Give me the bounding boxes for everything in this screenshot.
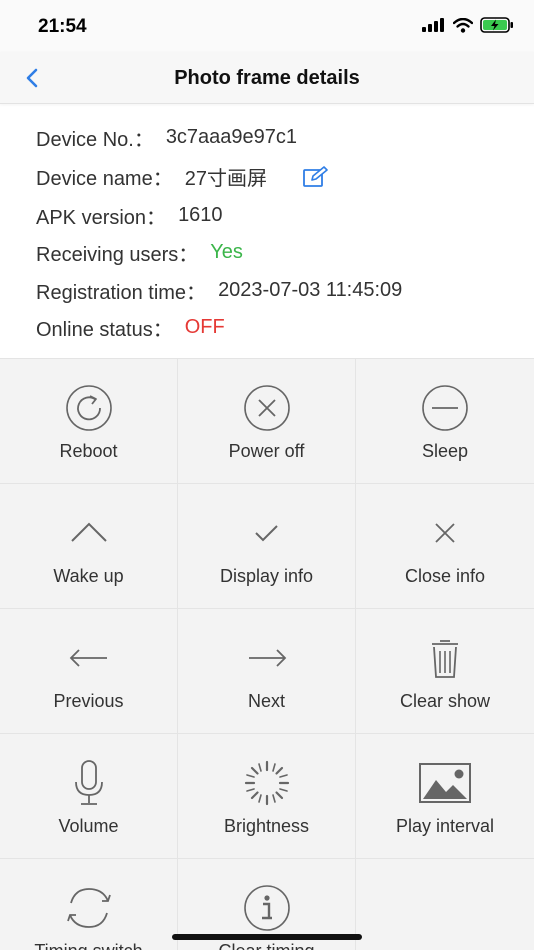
signal-icon: [422, 18, 444, 32]
device-no-value: 3c7aaa9e97c1: [165, 126, 298, 148]
microphone-icon: [74, 760, 103, 805]
timing-switch-label: Timing switch: [0, 941, 177, 950]
display-info-label: Display info: [219, 566, 314, 586]
power-off-label: Power off: [228, 441, 305, 461]
wifi-icon: [453, 17, 473, 33]
next-label: Next: [247, 691, 285, 711]
trash-icon: [432, 640, 458, 678]
previous-button[interactable]: Previous: [0, 609, 178, 734]
home-indicator: [172, 934, 362, 940]
device-no-label: Device No.：: [36, 129, 154, 151]
clear-timing-label: Clear timing: [178, 941, 355, 950]
wake-up-button[interactable]: Wake up: [0, 484, 178, 609]
arrow-right-icon: [248, 649, 286, 667]
apk-version-row: APK version： 1610: [36, 201, 223, 230]
image-icon: [419, 763, 471, 803]
timing-switch-button[interactable]: Timing switch: [0, 859, 178, 950]
arrow-left-icon: [69, 649, 107, 667]
power-off-button[interactable]: Power off: [178, 359, 356, 484]
brightness-label: Brightness: [223, 816, 310, 836]
close-info-label: Close info: [404, 566, 486, 586]
wake-up-label: Wake up: [53, 566, 124, 586]
display-info-button[interactable]: Display info: [178, 484, 356, 609]
refresh-icon: [66, 888, 111, 928]
play-interval-button[interactable]: Play interval: [356, 734, 534, 859]
receiving-users-label: Receiving users：: [36, 244, 199, 266]
close-icon: [435, 523, 455, 543]
sleep-icon: [422, 385, 468, 431]
battery-charging-icon: [480, 17, 513, 33]
sleep-button[interactable]: Sleep: [356, 359, 534, 484]
registration-time-label: Registration time：: [36, 282, 207, 304]
device-no-row: Device No.： 3c7aaa9e97c1: [36, 123, 297, 152]
apk-version-label: APK version：: [36, 207, 167, 229]
brightness-button[interactable]: Brightness: [178, 734, 356, 859]
online-status-value: OFF: [184, 316, 225, 338]
device-name-value: 27寸画屏: [184, 168, 267, 190]
check-icon: [254, 525, 278, 542]
receiving-users-value: Yes: [210, 241, 243, 263]
apk-version-value: 1610: [178, 204, 223, 226]
next-button[interactable]: Next: [178, 609, 356, 734]
wake-up-icon: [70, 522, 107, 542]
online-status-label: Online status：: [36, 319, 173, 341]
empty-cell: [356, 859, 534, 950]
close-info-button[interactable]: Close info: [356, 484, 534, 609]
clear-show-button[interactable]: Clear show: [356, 609, 534, 734]
clear-show-label: Clear show: [399, 691, 491, 711]
previous-label: Previous: [53, 691, 124, 711]
volume-label: Volume: [58, 816, 119, 836]
receiving-users-row: Receiving users： Yes: [36, 238, 243, 267]
navigation-bar: Photo frame details: [0, 52, 534, 104]
status-icons: [422, 17, 514, 33]
reboot-icon: [65, 385, 112, 431]
reboot-button[interactable]: Reboot: [0, 359, 178, 484]
online-status-row: Online status： OFF: [36, 313, 225, 342]
power-off-icon: [243, 385, 290, 431]
registration-time-row: Registration time： 2023-07-03 11:45:09: [36, 276, 402, 305]
page-title: Photo frame details: [174, 67, 360, 89]
device-name-row: Device name： 27寸画屏: [36, 162, 329, 191]
action-grid: Reboot Power off Sleep Wake up Display i…: [0, 358, 534, 950]
info-icon: [243, 885, 290, 931]
sleep-label: Sleep: [421, 441, 469, 461]
brightness-icon: [244, 760, 289, 806]
edit-icon[interactable]: [303, 165, 329, 188]
status-time: 21:54: [38, 16, 87, 37]
status-bar: 21:54: [0, 0, 534, 52]
play-interval-label: Play interval: [395, 816, 495, 836]
device-name-label: Device name：: [36, 168, 173, 190]
reboot-label: Reboot: [59, 441, 118, 461]
registration-time-value: 2023-07-03 11:45:09: [218, 279, 403, 301]
volume-button[interactable]: Volume: [0, 734, 178, 859]
